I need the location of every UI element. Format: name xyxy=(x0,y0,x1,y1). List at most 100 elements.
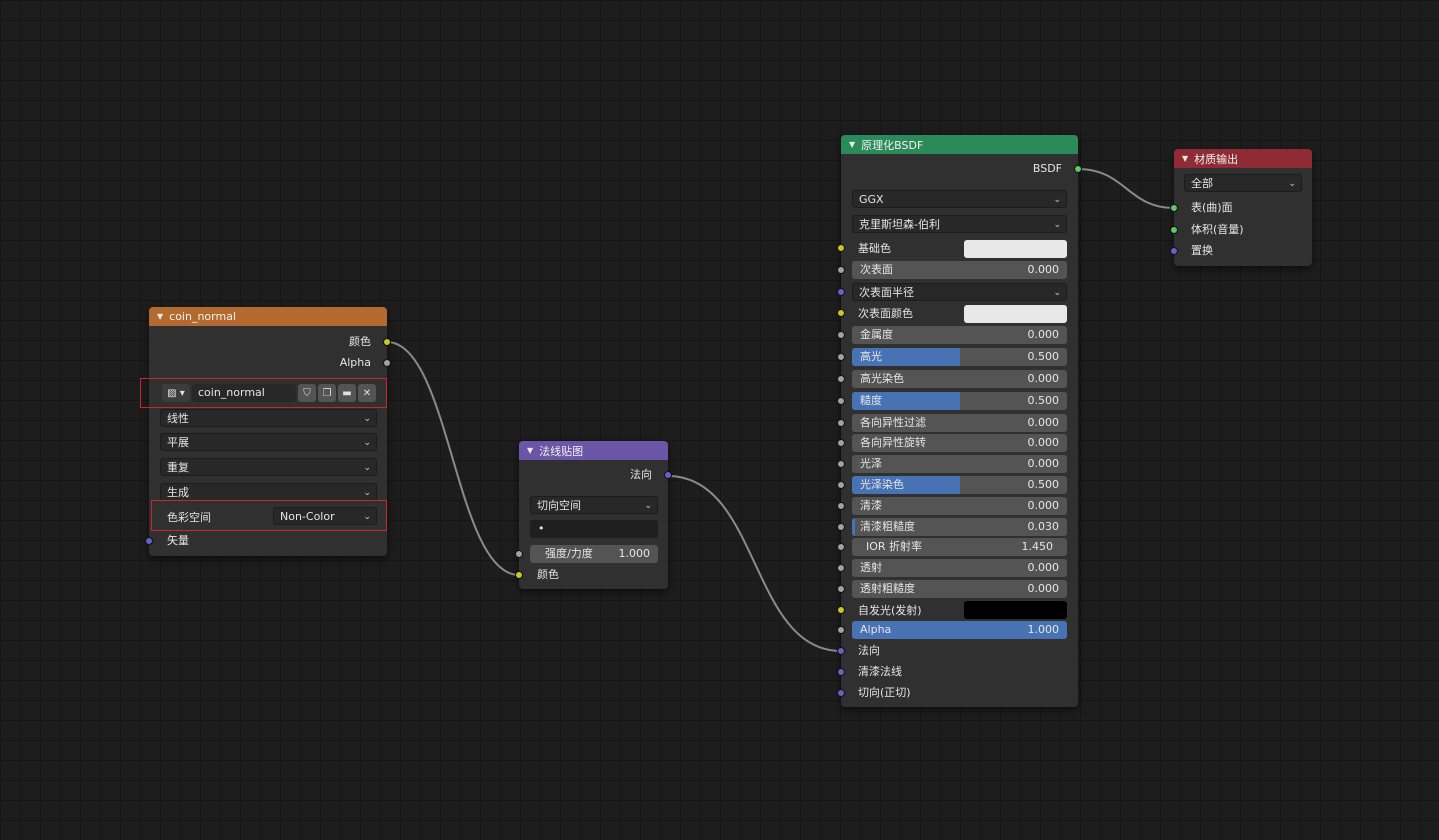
surface-label: 表(曲)面 xyxy=(1191,201,1233,214)
collapse-arrow-icon[interactable]: ▼ xyxy=(1182,154,1188,163)
input-socket[interactable] xyxy=(837,523,845,531)
strength-field[interactable]: 强度/力度 1.000 xyxy=(530,545,658,563)
input-base-color-socket[interactable] xyxy=(837,244,845,252)
ior-field[interactable]: IOR 折射率 1.450 xyxy=(852,538,1067,556)
sheen-tint-field[interactable]: 光泽染色 0.500 xyxy=(852,476,1067,494)
output-bsdf-socket[interactable] xyxy=(1074,165,1082,173)
highlight-image-row xyxy=(140,378,387,408)
input-clearcoat-normal-socket[interactable] xyxy=(837,668,845,676)
input-normal-socket[interactable] xyxy=(837,647,845,655)
input-socket[interactable] xyxy=(837,502,845,510)
field-value: 0.000 xyxy=(1027,499,1060,512)
uv-map-field[interactable]: • xyxy=(530,520,658,538)
input-socket[interactable] xyxy=(837,439,845,447)
subsurface-method-value: 克里斯坦森-伯利 xyxy=(859,218,940,231)
specular-tint-field[interactable]: 高光染色 0.000 xyxy=(852,370,1067,388)
input-socket[interactable] xyxy=(837,460,845,468)
material-output-header[interactable]: ▼ 材质输出 xyxy=(1174,149,1312,168)
uv-map-value: • xyxy=(538,522,545,535)
field-value: 0.500 xyxy=(1027,350,1060,363)
input-socket[interactable] xyxy=(837,585,845,593)
output-normal-socket[interactable] xyxy=(664,471,672,479)
base-color-label: 基础色 xyxy=(858,242,891,255)
subsurface-field[interactable]: 次表面 0.000 xyxy=(852,261,1067,279)
chevron-down-icon: ⌄ xyxy=(363,463,371,473)
anisotropic-field[interactable]: 各向异性过滤 0.000 xyxy=(852,414,1067,432)
material-output-node[interactable]: ▼ 材质输出 全部 ⌄ 表(曲)面 体积(音量) 置换 xyxy=(1170,149,1312,266)
anisotropic-rotation-field[interactable]: 各向异性旋转 0.000 xyxy=(852,434,1067,452)
input-vector-socket[interactable] xyxy=(145,537,153,545)
roughness-field[interactable]: 糙度 0.500 xyxy=(852,392,1067,410)
chevron-down-icon: ⌄ xyxy=(1288,179,1296,189)
strength-value: 1.000 xyxy=(618,547,651,560)
field-value: 0.000 xyxy=(1027,372,1060,385)
alpha-field[interactable]: Alpha 1.000 xyxy=(852,621,1067,639)
normal-map-node[interactable]: ▼ 法线贴图 法向 切向空间 ⌄ • 强度/力度 1.000 颜色 xyxy=(515,441,672,589)
field-label: 金属度 xyxy=(860,328,893,341)
input-socket[interactable] xyxy=(837,397,845,405)
subsurface-radius-dropdown[interactable]: 次表面半径 ⌄ xyxy=(852,283,1067,301)
subsurface-method-dropdown[interactable]: 克里斯坦森-伯利 ⌄ xyxy=(852,215,1067,233)
input-socket[interactable] xyxy=(837,266,845,274)
input-strength-socket[interactable] xyxy=(515,550,523,558)
input-socket[interactable] xyxy=(837,543,845,551)
source-value: 生成 xyxy=(167,486,189,499)
collapse-arrow-icon[interactable]: ▼ xyxy=(157,312,163,321)
link-normalmap-to-bsdf-normal xyxy=(667,475,842,652)
output-color-socket[interactable] xyxy=(383,338,391,346)
input-color-socket[interactable] xyxy=(515,571,523,579)
base-color-swatch[interactable] xyxy=(964,240,1067,258)
output-alpha-socket[interactable] xyxy=(383,359,391,367)
field-label: 透射粗糙度 xyxy=(860,582,915,595)
input-socket[interactable] xyxy=(837,481,845,489)
principled-bsdf-node[interactable]: ▼ 原理化BSDF BSDF GGX ⌄ 克里斯坦森-伯利 ⌄ 基础色 次表面 … xyxy=(837,135,1082,707)
input-volume-socket[interactable] xyxy=(1170,226,1178,234)
subsurface-color-swatch[interactable] xyxy=(964,305,1067,323)
clearcoat-roughness-field[interactable]: 清漆粗糙度 0.030 xyxy=(852,518,1067,536)
field-label: 各向异性旋转 xyxy=(860,436,926,449)
input-emission-socket[interactable] xyxy=(837,606,845,614)
source-dropdown[interactable]: 生成 ⌄ xyxy=(160,483,377,501)
specular-field[interactable]: 高光 0.500 xyxy=(852,348,1067,366)
input-subsurface-color-socket[interactable] xyxy=(837,309,845,317)
collapse-arrow-icon[interactable]: ▼ xyxy=(849,140,855,149)
metallic-field[interactable]: 金属度 0.000 xyxy=(852,326,1067,344)
sheen-field[interactable]: 光泽 0.000 xyxy=(852,455,1067,473)
collapse-arrow-icon[interactable]: ▼ xyxy=(527,446,533,455)
emission-color-swatch[interactable] xyxy=(964,601,1067,619)
input-socket[interactable] xyxy=(837,353,845,361)
input-tangent-socket[interactable] xyxy=(837,689,845,697)
emission-label: 自发光(发射) xyxy=(858,604,922,617)
image-node-header[interactable]: ▼ coin_normal xyxy=(149,307,387,326)
input-socket[interactable] xyxy=(837,564,845,572)
field-value: 0.000 xyxy=(1027,582,1060,595)
input-socket[interactable] xyxy=(837,419,845,427)
projection-dropdown[interactable]: 平展 ⌄ xyxy=(160,433,377,451)
input-displacement-socket[interactable] xyxy=(1170,247,1178,255)
clearcoat-normal-label: 清漆法线 xyxy=(858,665,902,678)
extension-dropdown[interactable]: 重复 ⌄ xyxy=(160,458,377,476)
field-label: 清漆 xyxy=(860,499,882,512)
transmission-roughness-field[interactable]: 透射粗糙度 0.000 xyxy=(852,580,1067,598)
bsdf-header[interactable]: ▼ 原理化BSDF xyxy=(841,135,1078,154)
input-alpha-socket[interactable] xyxy=(837,626,845,634)
clearcoat-field[interactable]: 清漆 0.000 xyxy=(852,497,1067,515)
field-label: 光泽 xyxy=(860,457,882,470)
input-socket[interactable] xyxy=(837,375,845,383)
alpha-value: 1.000 xyxy=(1027,623,1060,636)
normal-map-header[interactable]: ▼ 法线贴图 xyxy=(519,441,668,460)
link-image-color-to-normalmap xyxy=(386,341,520,576)
space-dropdown[interactable]: 切向空间 ⌄ xyxy=(530,496,658,514)
field-label: 光泽染色 xyxy=(860,478,904,491)
input-surface-socket[interactable] xyxy=(1170,204,1178,212)
chevron-down-icon: ⌄ xyxy=(1053,220,1061,230)
target-dropdown[interactable]: 全部 ⌄ xyxy=(1184,174,1302,192)
transmission-field[interactable]: 透射 0.000 xyxy=(852,559,1067,577)
interpolation-dropdown[interactable]: 线性 ⌄ xyxy=(160,409,377,427)
distribution-dropdown[interactable]: GGX ⌄ xyxy=(852,190,1067,208)
output-color-label: 颜色 xyxy=(349,335,371,348)
input-socket[interactable] xyxy=(837,331,845,339)
input-subsurface-radius-socket[interactable] xyxy=(837,288,845,296)
chevron-down-icon: ⌄ xyxy=(363,438,371,448)
field-label: 清漆粗糙度 xyxy=(860,520,915,533)
